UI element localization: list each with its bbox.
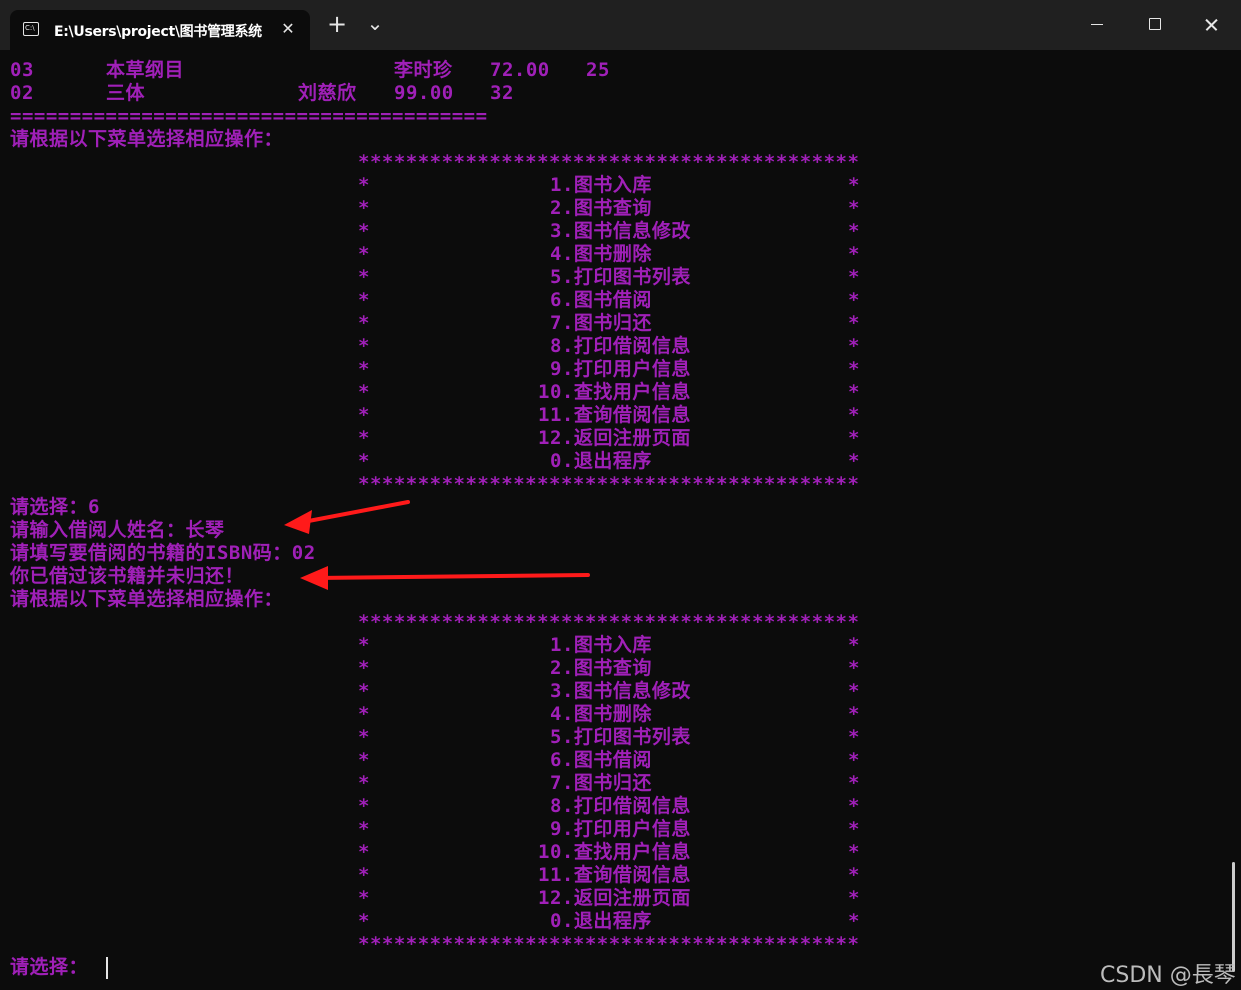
annotation-arrow-error xyxy=(314,573,590,580)
annotation-arrows xyxy=(284,500,590,590)
annotation-arrowhead-name xyxy=(284,510,312,534)
annotation-arrowhead-error xyxy=(300,566,328,590)
annotation-arrow-name xyxy=(296,500,410,525)
